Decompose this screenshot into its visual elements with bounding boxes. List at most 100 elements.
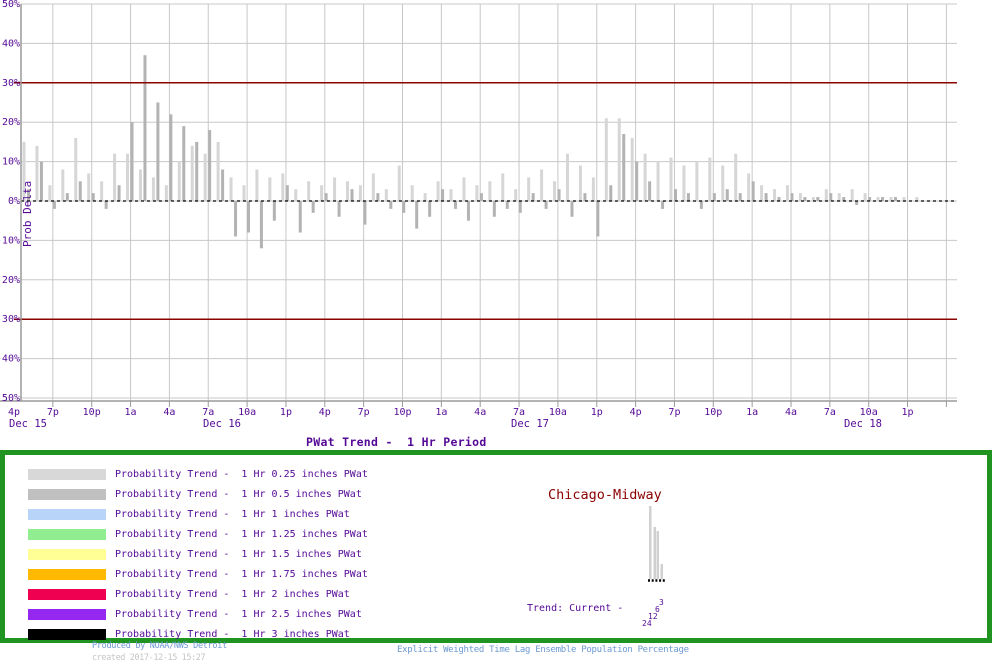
x-tick-label: 4a (474, 407, 486, 418)
bar (545, 201, 548, 209)
bar (596, 201, 599, 236)
station-name: Chicago-Midway (548, 487, 662, 503)
x-tick-label: 4a (785, 407, 797, 418)
y-tick-label: -40% (0, 354, 20, 365)
bar (488, 181, 491, 201)
bar (700, 201, 703, 209)
legend-swatch (28, 589, 106, 600)
bar (325, 193, 328, 201)
bar (247, 201, 250, 233)
bar (411, 185, 414, 201)
bar (363, 201, 366, 225)
bar (35, 146, 38, 201)
legend-swatch (28, 509, 106, 520)
bar (661, 201, 664, 209)
x-tick-label: 4p (630, 407, 642, 418)
bar (894, 197, 897, 201)
x-tick-label: 7p (47, 407, 59, 418)
bar (514, 189, 517, 201)
bar (674, 189, 677, 201)
legend-item-label: Probability Trend - 1 Hr 0.25 inches PWa… (115, 469, 368, 480)
bar (312, 201, 315, 213)
bar (195, 142, 198, 201)
legend-rows: Probability Trend - 1 Hr 0.25 inches PWa… (5, 455, 987, 644)
footer-produced-by: Produced by NOAA/NWS Detroit (92, 641, 227, 651)
bar (799, 193, 802, 201)
bar (506, 201, 509, 209)
bar (558, 189, 561, 201)
bar (437, 181, 440, 201)
bar (230, 177, 233, 201)
bar (454, 201, 457, 209)
y-tick-label: 30% (2, 78, 20, 89)
bar (415, 201, 418, 229)
bar (165, 185, 168, 201)
x-tick-label: 10a (549, 407, 567, 418)
y-tick-label: 50% (2, 0, 20, 10)
x-tick-label: 1a (125, 407, 137, 418)
x-tick-label: 1a (435, 407, 447, 418)
bar (721, 166, 724, 201)
bar (234, 201, 237, 236)
x-tick-label: 1p (280, 407, 292, 418)
bar (695, 162, 698, 201)
x-tick-label: 7p (358, 407, 370, 418)
bar (609, 185, 612, 201)
bar (765, 193, 768, 201)
bar (100, 181, 103, 201)
bar (493, 201, 496, 217)
mini-bar (661, 564, 664, 579)
legend-item: Probability Trend - 1 Hr 2 inches PWat (5, 584, 987, 604)
legend-item: Probability Trend - 1 Hr 1.75 inches PWa… (5, 564, 987, 584)
x-tick-label: 1p (591, 407, 603, 418)
bar (131, 122, 134, 201)
bar (631, 138, 634, 201)
bar (359, 185, 362, 201)
bar (734, 154, 737, 201)
bar (376, 193, 379, 201)
legend-swatch (28, 469, 106, 480)
x-date-label: Dec 16 (203, 418, 241, 430)
bar (726, 189, 729, 201)
bar (333, 177, 336, 201)
bar (540, 169, 543, 201)
x-tick-label: 7a (513, 407, 525, 418)
bar (622, 134, 625, 201)
bar (79, 181, 82, 201)
x-tick-label: 7p (668, 407, 680, 418)
bar (592, 177, 595, 201)
bar (566, 154, 569, 201)
bar (118, 185, 121, 201)
legend-item-label: Probability Trend - 1 Hr 0.5 inches PWat (115, 489, 362, 500)
footer-tagline: Explicit Weighted Time Lag Ensemble Popu… (397, 645, 689, 655)
bar (255, 169, 258, 201)
bar (61, 169, 64, 201)
y-tick-label: 40% (2, 38, 20, 49)
trend-current-label: Trend: Current - (527, 603, 623, 614)
bar (152, 177, 155, 201)
bar (242, 185, 245, 201)
y-tick-label: -10% (0, 235, 20, 246)
x-tick-label: 1a (746, 407, 758, 418)
bar (532, 193, 535, 201)
bar (66, 193, 69, 201)
y-tick-label: -20% (0, 275, 20, 286)
x-tick-label: 10a (860, 407, 878, 418)
bar (260, 201, 263, 248)
legend-swatch (28, 629, 106, 640)
bar (105, 201, 108, 209)
bar (221, 169, 224, 201)
bar (480, 193, 483, 201)
bar (139, 169, 142, 201)
bar (351, 189, 354, 201)
bar (320, 185, 323, 201)
bar (385, 189, 388, 201)
bar (143, 55, 146, 201)
legend-item: Probability Trend - 1 Hr 1.25 inches PWa… (5, 524, 987, 544)
bar (501, 173, 504, 201)
bar (286, 185, 289, 201)
x-tick-label: 10p (704, 407, 722, 418)
bar (773, 189, 776, 201)
bar (462, 177, 465, 201)
y-axis-label: Prob Delta (21, 181, 34, 247)
